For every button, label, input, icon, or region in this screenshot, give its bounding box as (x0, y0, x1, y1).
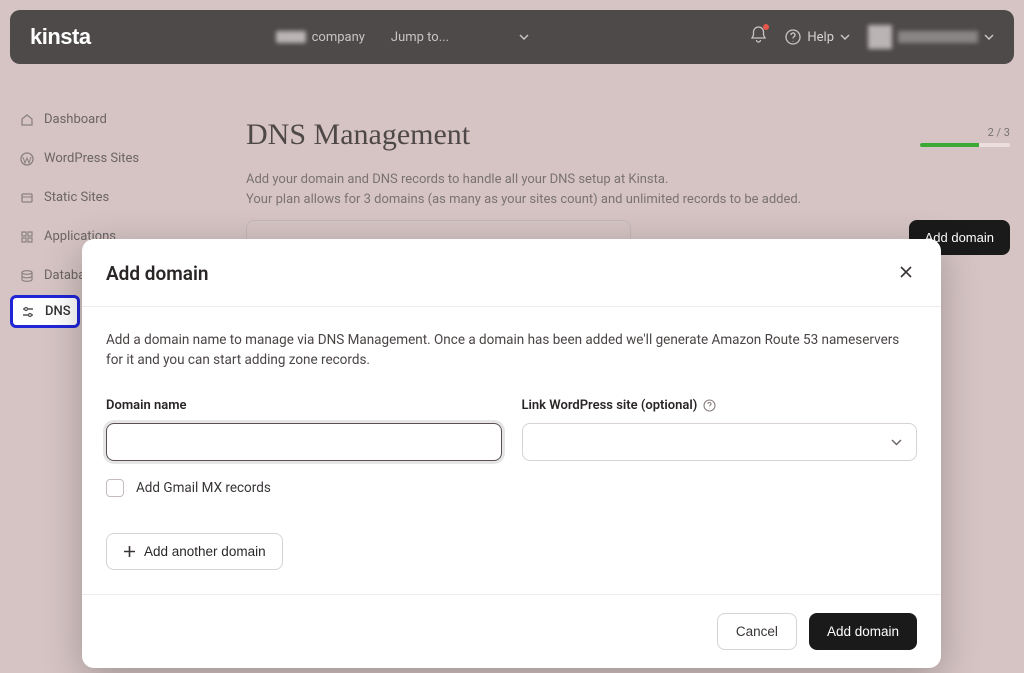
chevron-down-icon (891, 439, 902, 446)
cancel-button[interactable]: Cancel (717, 613, 797, 650)
modal-description: Add a domain name to manage via DNS Mana… (106, 331, 917, 370)
modal-header: Add domain (82, 239, 941, 307)
add-another-domain-button[interactable]: Add another domain (106, 533, 283, 570)
gmail-mx-label: Add Gmail MX records (136, 480, 271, 496)
link-wordpress-label: Link WordPress site (optional) (522, 398, 918, 413)
add-domain-button[interactable]: Add domain (809, 613, 917, 650)
domain-name-label: Domain name (106, 398, 502, 413)
gmail-mx-checkbox[interactable] (106, 479, 124, 497)
domain-name-field: Domain name (106, 398, 502, 461)
gmail-mx-row: Add Gmail MX records (106, 479, 917, 497)
modal-backdrop: Add domain Add a domain name to manage v… (0, 10, 1024, 673)
close-button[interactable] (895, 261, 917, 286)
form-row: Domain name Link WordPress site (optiona… (106, 398, 917, 461)
plus-icon (123, 545, 136, 558)
add-another-label: Add another domain (144, 544, 266, 559)
modal-title: Add domain (106, 262, 209, 285)
domain-name-input[interactable] (106, 423, 502, 461)
modal-body: Add a domain name to manage via DNS Mana… (82, 307, 941, 594)
modal-footer: Cancel Add domain (82, 594, 941, 668)
close-icon (899, 265, 913, 279)
link-wordpress-select[interactable] (522, 423, 918, 461)
link-wordpress-field: Link WordPress site (optional) (522, 398, 918, 461)
add-domain-modal: Add domain Add a domain name to manage v… (82, 239, 941, 668)
help-tooltip-icon[interactable] (703, 399, 716, 412)
